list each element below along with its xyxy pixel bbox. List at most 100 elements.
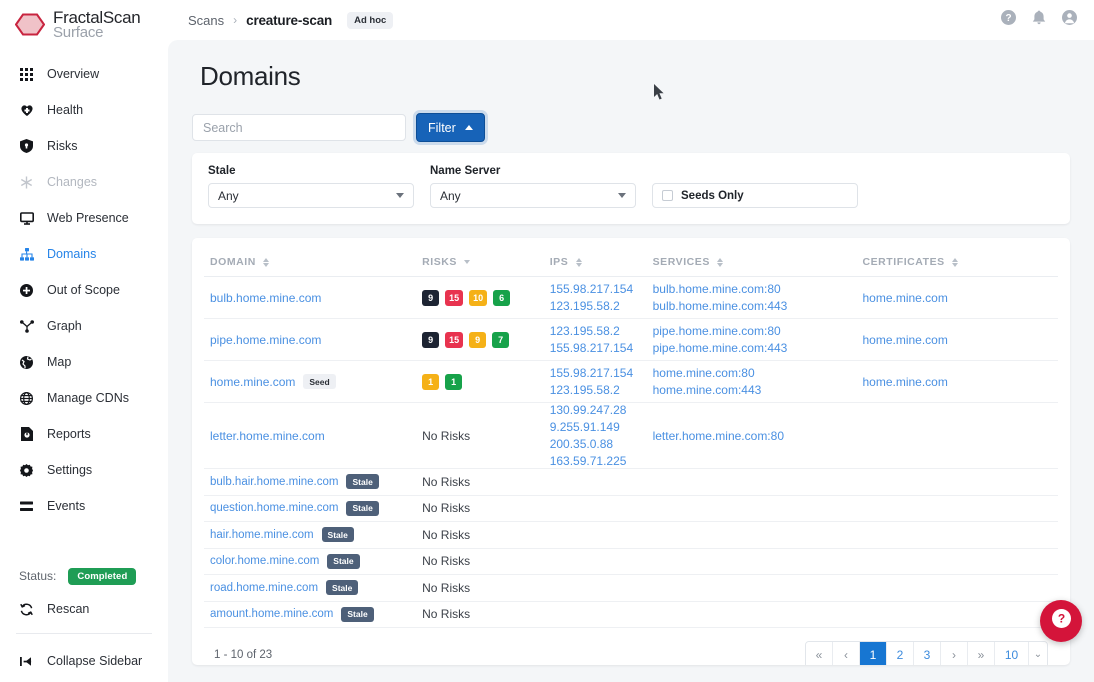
cell-ips-link[interactable]: 9.255.91.149	[550, 420, 653, 434]
filter-stale-select[interactable]: Any	[208, 183, 414, 208]
table-row[interactable]: amount.home.mine.com Stale No Risks	[204, 601, 1058, 628]
cell-certificates-stack: home.mine.com	[862, 375, 1058, 389]
collapse-sidebar-button[interactable]: Collapse Sidebar	[0, 646, 168, 676]
risk-badge[interactable]: 9	[422, 289, 440, 306]
brand-logo[interactable]: FractalScan Surface	[0, 0, 168, 40]
domain-link[interactable]: question.home.mine.com	[210, 502, 338, 514]
cell-services: home.mine.com:80 home.mine.com:443	[652, 360, 863, 403]
brand-text: FractalScan Surface	[53, 9, 141, 40]
cell-certificates-link[interactable]: home.mine.com	[862, 375, 1058, 389]
table-row[interactable]: bulb.hair.home.mine.com Stale No Risks	[204, 468, 1058, 496]
column-header-ips[interactable]: IPS	[549, 238, 653, 277]
risk-badge[interactable]: 9	[469, 331, 487, 348]
column-header-domain[interactable]: DOMAIN	[204, 238, 423, 277]
cell-services-link[interactable]: bulb.home.mine.com:80	[653, 282, 863, 296]
cell-services-link[interactable]: pipe.home.mine.com:80	[653, 324, 863, 338]
risk-badge[interactable]: 10	[469, 289, 488, 306]
monitor-icon	[19, 211, 34, 226]
table-row[interactable]: bulb.home.mine.com 9 15 10 6 155.98.217.154 12…	[204, 276, 1058, 319]
domain-link[interactable]: home.mine.com	[210, 375, 295, 389]
search-input[interactable]	[192, 114, 406, 141]
cell-services-link[interactable]: bulb.home.mine.com:443	[653, 299, 863, 313]
table-row[interactable]: home.mine.com Seed 1 1 155.98.217.154 123.195…	[204, 360, 1058, 403]
help-fab-button[interactable]: ?	[1040, 600, 1082, 642]
domain-link[interactable]: road.home.mine.com	[210, 582, 318, 594]
sidebar-item-overview[interactable]: Overview	[0, 61, 168, 87]
cell-services-stack: pipe.home.mine.com:80 pipe.home.mine.com:…	[653, 324, 863, 355]
pagination-prev[interactable]: ‹	[833, 642, 860, 665]
rescan-button[interactable]: Rescan	[0, 594, 168, 624]
risk-badge[interactable]: 1	[445, 373, 463, 390]
chevron-down-icon[interactable]: ⌄	[1029, 642, 1047, 665]
pagination-first[interactable]: «	[806, 642, 833, 665]
sidebar-item-risks[interactable]: Risks	[0, 133, 168, 159]
sidebar-item-graph[interactable]: Graph	[0, 313, 168, 339]
cell-services-link[interactable]: pipe.home.mine.com:443	[653, 341, 863, 355]
report-icon	[19, 427, 34, 442]
sidebar-item-label: Settings	[47, 463, 93, 477]
sidebar-item-domains[interactable]: Domains	[0, 241, 168, 267]
cell-ips-link[interactable]: 155.98.217.154	[550, 282, 653, 296]
column-header-certificates[interactable]: CERTIFICATES	[862, 238, 1058, 277]
cell-ips-link[interactable]: 155.98.217.154	[550, 341, 653, 355]
cell-ips-link[interactable]: 200.35.0.88	[550, 437, 653, 451]
domain-link[interactable]: color.home.mine.com	[210, 555, 319, 567]
pagination-last[interactable]: »	[968, 642, 995, 665]
cell-ips-link[interactable]: 130.99.247.28	[550, 403, 653, 417]
table-row[interactable]: color.home.mine.com Stale No Risks	[204, 548, 1058, 575]
cell-ips-link[interactable]: 163.59.71.225	[550, 454, 653, 468]
help-circle-icon[interactable]: ?	[1001, 10, 1016, 30]
sidebar-item-map[interactable]: Map	[0, 349, 168, 375]
domain-cell-content: bulb.home.mine.com	[210, 291, 422, 305]
table-row[interactable]: letter.home.mine.com No Risks 130.99.247.2…	[204, 402, 1058, 469]
domain-link[interactable]: amount.home.mine.com	[210, 608, 333, 620]
seeds-only-checkbox[interactable]: Seeds Only	[652, 183, 858, 208]
table-row[interactable]: hair.home.mine.com Stale No Risks	[204, 521, 1058, 549]
sidebar-item-events[interactable]: Events	[0, 493, 168, 519]
risk-badge[interactable]: 9	[422, 331, 440, 348]
table-row[interactable]: question.home.mine.com Stale No Risks	[204, 495, 1058, 522]
risk-badge[interactable]: 7	[492, 331, 510, 348]
pagination-page-3[interactable]: 3	[914, 642, 941, 665]
cell-certificates-link[interactable]: home.mine.com	[862, 333, 1058, 347]
sidebar-item-health[interactable]: Health	[0, 97, 168, 123]
sidebar-item-settings[interactable]: Settings	[0, 457, 168, 483]
account-icon[interactable]	[1062, 10, 1077, 30]
risk-badge[interactable]: 15	[445, 289, 464, 306]
risk-badge[interactable]: 15	[445, 331, 464, 348]
bell-icon[interactable]	[1032, 10, 1046, 30]
sidebar-item-changes[interactable]: Changes	[0, 169, 168, 195]
sidebar-item-out-of-scope[interactable]: Out of Scope	[0, 277, 168, 303]
cell-services-link[interactable]: home.mine.com:80	[653, 366, 863, 380]
sidebar-item-manage-cdns[interactable]: Manage CDNs	[0, 385, 168, 411]
sidebar-item-reports[interactable]: Reports	[0, 421, 168, 447]
domain-link[interactable]: hair.home.mine.com	[210, 529, 314, 541]
domain-link[interactable]: pipe.home.mine.com	[210, 333, 321, 347]
pagination-page-1[interactable]: 1	[860, 642, 887, 665]
cell-services-link[interactable]: home.mine.com:443	[653, 383, 863, 397]
risk-badge[interactable]: 6	[493, 289, 511, 306]
pagination-page-size[interactable]: 10	[995, 642, 1029, 665]
topbar: Scans › creature-scan Ad hoc ?	[168, 0, 1094, 40]
cell-ips-link[interactable]: 155.98.217.154	[550, 366, 653, 380]
filter-name-server-select[interactable]: Any	[430, 183, 636, 208]
pagination-next[interactable]: ›	[941, 642, 968, 665]
domain-link[interactable]: letter.home.mine.com	[210, 429, 325, 443]
breadcrumb-scans[interactable]: Scans	[188, 13, 224, 28]
cell-services-link[interactable]: letter.home.mine.com:80	[653, 429, 863, 443]
no-risks-label: No Risks	[422, 501, 471, 516]
sidebar-item-web-presence[interactable]: Web Presence	[0, 205, 168, 231]
cell-certificates-link[interactable]: home.mine.com	[862, 291, 1058, 305]
table-row[interactable]: pipe.home.mine.com 9 15 9 7 123.195.58.2 155.9…	[204, 318, 1058, 361]
cell-ips-link[interactable]: 123.195.58.2	[550, 324, 653, 338]
filter-button[interactable]: Filter	[416, 113, 485, 142]
table-row[interactable]: road.home.mine.com Stale No Risks	[204, 574, 1058, 602]
risk-badge[interactable]: 1	[422, 373, 440, 390]
pagination-page-2[interactable]: 2	[887, 642, 914, 665]
cell-ips-link[interactable]: 123.195.58.2	[550, 299, 653, 313]
column-header-risks[interactable]: RISKS	[422, 238, 550, 277]
cell-ips-link[interactable]: 123.195.58.2	[550, 383, 653, 397]
column-header-services[interactable]: SERVICES	[652, 238, 863, 277]
domain-link[interactable]: bulb.home.mine.com	[210, 291, 321, 305]
domain-link[interactable]: bulb.hair.home.mine.com	[210, 476, 338, 488]
